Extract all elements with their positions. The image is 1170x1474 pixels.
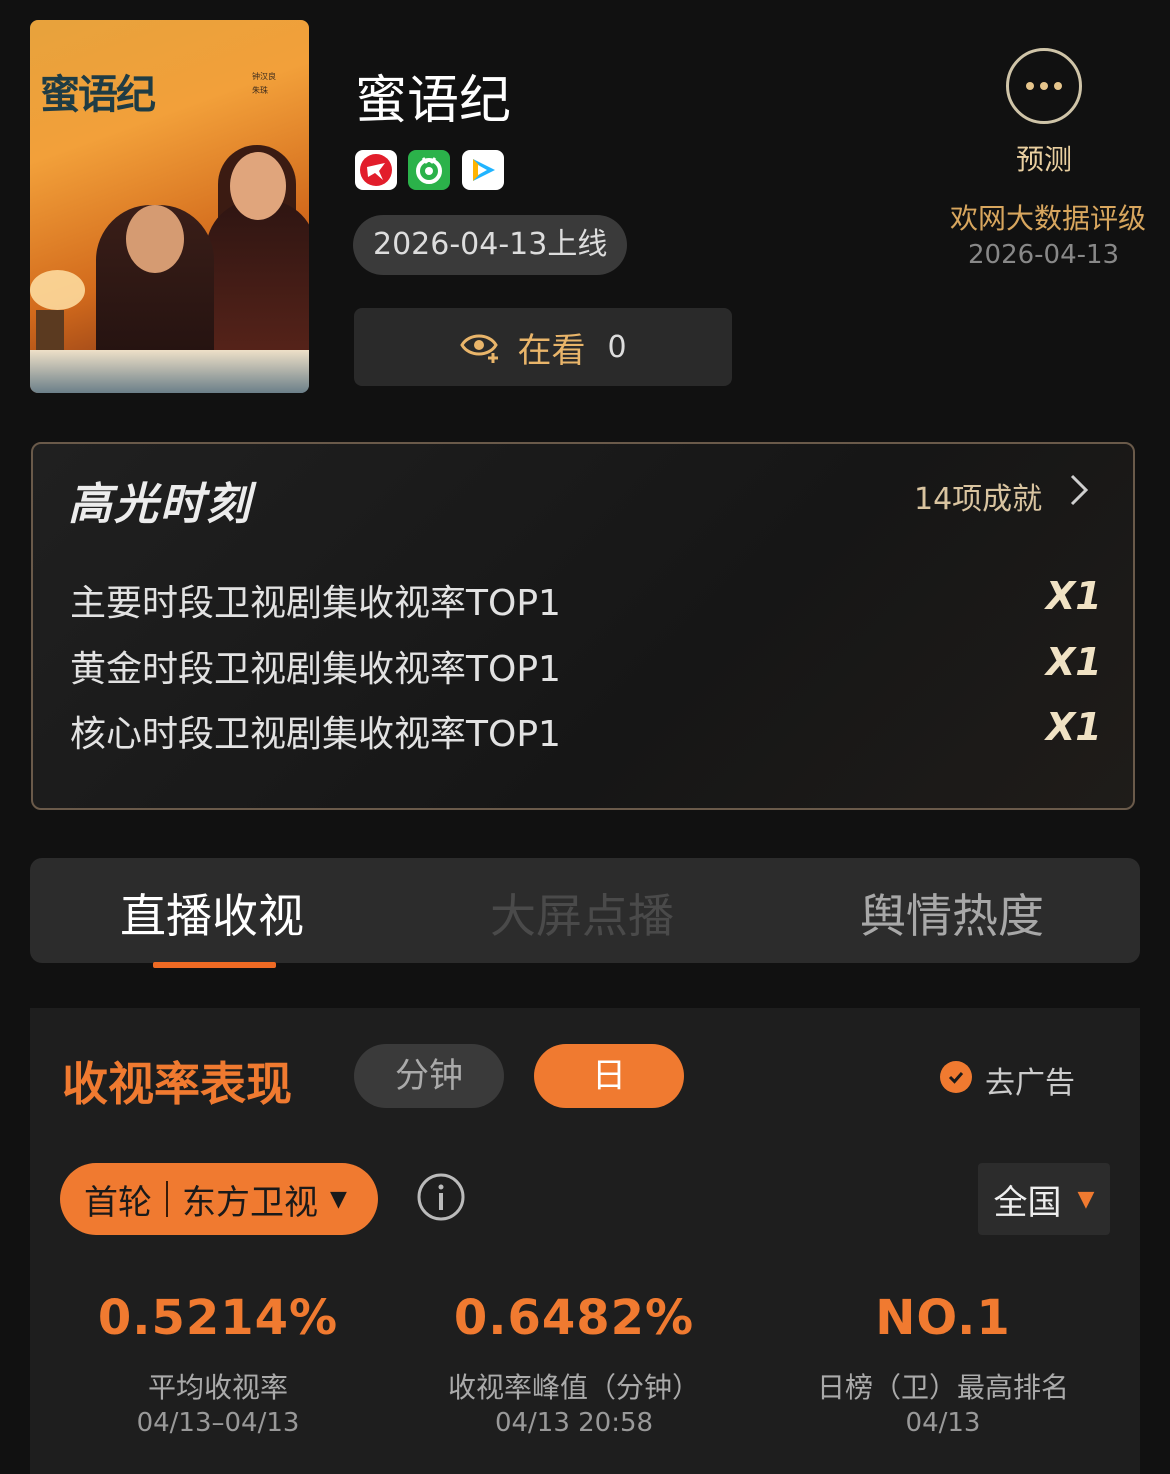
peak-rating-date: 04/13 20:58 [494,1408,654,1438]
avg-rating-value: 0.5214% [97,1290,339,1346]
predict-label[interactable]: 预测 [1016,138,1072,178]
region-label: 全国 [993,1182,1062,1223]
channel-selector[interactable]: 首轮 东方卫视 ▼ [60,1163,378,1235]
avg-rating-date: 04/13–04/13 [136,1408,300,1438]
tab-big-screen-vod[interactable]: 大屏点播 [490,880,674,946]
remove-ads-label[interactable]: 去广告 [985,1058,1075,1102]
dot-icon [1040,82,1048,90]
channel-name: 东方卫视 [182,1182,318,1223]
eye-plus-icon [460,334,499,363]
dot-icon [1026,82,1034,90]
watching-label: 在看 [517,330,586,371]
more-options-button[interactable] [1006,48,1082,124]
channel-type: 首轮 [84,1182,152,1223]
poster-man-face [126,205,184,273]
highlights-title: 高光时刻 [68,479,252,530]
tab-public-opinion[interactable]: 舆情热度 [860,880,1044,946]
region-selector[interactable]: 全国 ▼ [978,1163,1110,1235]
minute-mode-button[interactable]: 分钟 [354,1044,504,1108]
achievement-item: 黄金时段卫视剧集收视率TOP1 [70,649,561,690]
channel-divider [166,1181,168,1217]
checkmark-icon[interactable] [940,1061,972,1093]
achievement-item: 核心时段卫视剧集收视率TOP1 [70,714,561,755]
day-mode-button[interactable]: 日 [534,1044,684,1108]
poster-title: 蜜语纪 [40,71,156,118]
drama-title: 蜜语纪 [355,71,512,131]
achievement-multiplier: X1 [1046,574,1102,618]
rating-date: 2026-04-13 [968,240,1120,270]
release-date-badge: 2026-04-13上线 [353,215,628,275]
watching-count: 0 [607,329,627,365]
poster-lamp-light [30,270,85,310]
poster-desk [30,350,309,393]
caret-down-icon: ▼ [1077,1186,1095,1212]
info-icon[interactable] [416,1172,466,1222]
watching-button[interactable]: 在看 0 [354,308,732,386]
avg-rating-label: 平均收视率 [147,1371,288,1404]
poster-woman [206,200,309,370]
peak-rating-label: 收视率峰值（分钟） [447,1371,700,1404]
achievement-multiplier: X1 [1046,640,1102,684]
achievement-multiplier: X1 [1046,705,1102,749]
caret-down-icon: ▼ [330,1186,347,1212]
peak-rating-value: 0.6482% [453,1290,695,1346]
mango-style-icon[interactable] [408,150,450,190]
active-tab-indicator [153,962,276,968]
achievement-item: 主要时段卫视剧集收视率TOP1 [70,583,561,624]
poster-credits: 钟汉良 朱珠 [252,72,276,95]
poster-woman-face [230,152,286,220]
achievements-count[interactable]: 14项成就 [914,474,1042,518]
best-rank-value: NO.1 [875,1290,1011,1346]
tab-live-ratings[interactable]: 直播收视 [120,880,304,946]
best-rank-label: 日榜（卫）最高排名 [816,1371,1069,1404]
chevron-right-icon[interactable] [1066,470,1092,520]
big-data-rating-label: 欢网大数据评级 [950,202,1147,235]
dragon-tv-icon[interactable] [355,150,397,190]
dot-icon [1054,82,1062,90]
drama-poster[interactable]: 蜜语纪 钟汉良 朱珠 [30,20,309,393]
best-rank-date: 04/13 [905,1408,981,1438]
tencent-video-icon[interactable] [462,150,504,190]
ratings-section-title: 收视率表现 [62,1057,292,1111]
